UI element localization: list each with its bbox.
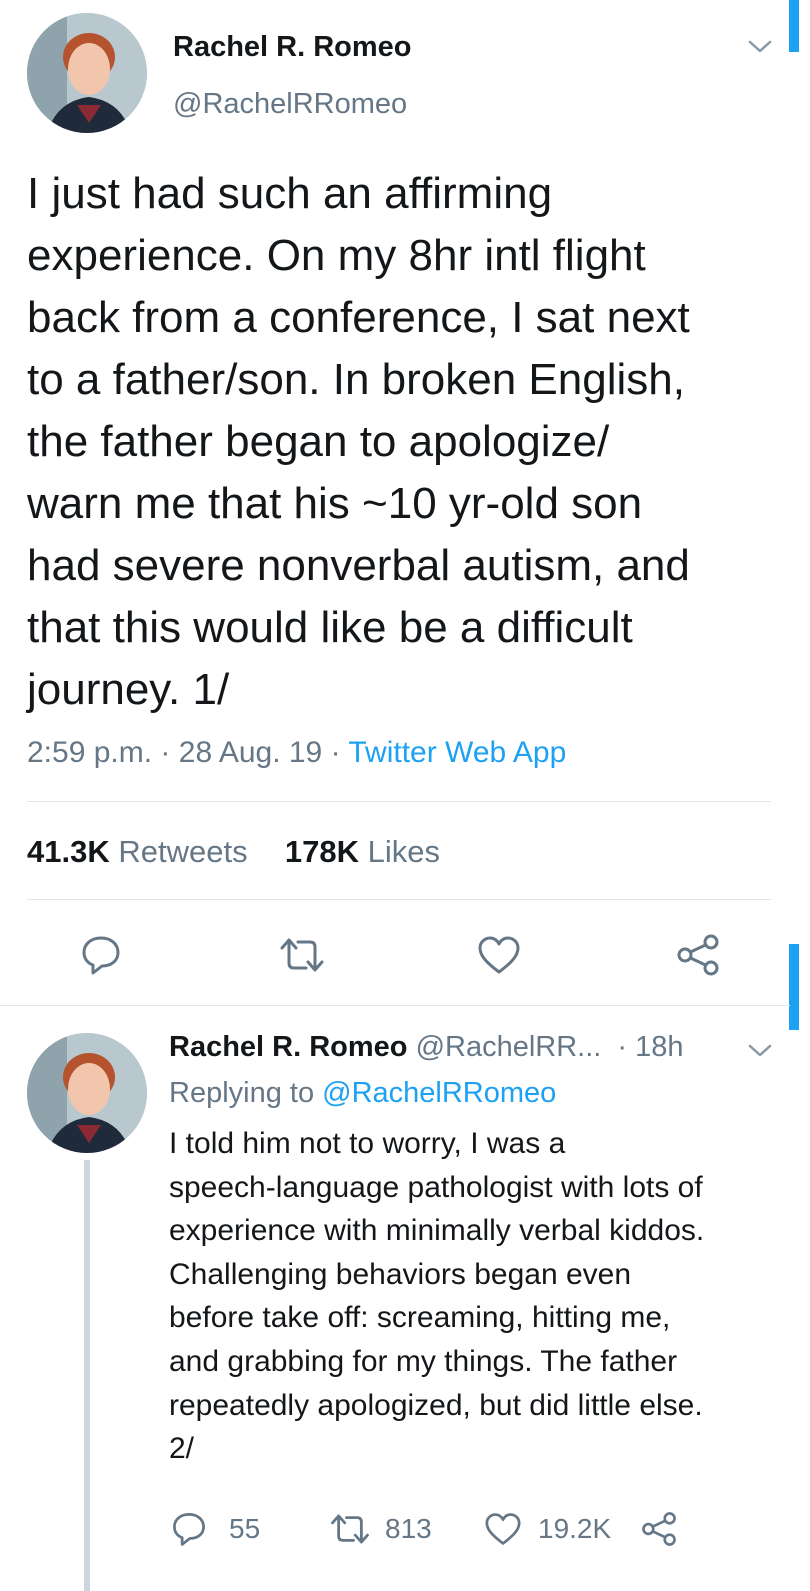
scrollbar[interactable] [789,944,799,1030]
replying-handle-link[interactable]: @RachelRRomeo [322,1077,556,1109]
share-icon [642,1512,676,1546]
chevron-down-icon[interactable] [745,1036,775,1066]
author-name[interactable]: Rachel R. Romeo [173,31,412,64]
scrollbar[interactable] [789,0,799,52]
reply-author-name[interactable]: Rachel R. Romeo [169,1031,408,1063]
avatar[interactable] [27,1033,147,1153]
retweets-count: 41.3K [27,834,110,869]
reply-count: 55 [229,1513,261,1544]
likes-label: Likes [367,834,440,869]
share-button[interactable] [639,1509,679,1549]
meta-separator: · [160,736,171,769]
retweet-icon [331,1514,369,1544]
divider [27,899,771,900]
reply-action-bar: 55 813 19.2K [169,1507,689,1551]
replying-to: Replying to @RachelRRomeo [169,1077,556,1110]
like-icon [485,1513,521,1545]
tweet-stats: 41.3K Retweets 178K Likes [27,834,440,870]
like-count: 19.2K [538,1513,612,1544]
reply-header: Rachel R. Romeo @RachelRR... · 18h [169,1031,684,1064]
reply-icon [82,936,120,975]
retweet-button[interactable] [277,932,327,978]
author-handle[interactable]: @RachelRRomeo [173,88,407,121]
retweets-stat[interactable]: 41.3K Retweets [27,834,248,869]
retweet-icon [280,938,324,972]
retweet-button[interactable] [327,1509,373,1549]
divider [27,801,771,802]
tweet-source-link[interactable]: Twitter Web App [348,736,566,769]
reply-icon [173,1513,205,1546]
like-button[interactable] [482,1509,524,1549]
retweet-count: 813 [385,1513,432,1544]
reply-age[interactable]: · 18h [617,1031,683,1063]
tweet-meta: 2:59 p.m. · 28 Aug. 19 · Twitter Web App [27,736,566,770]
tweet-text: I just had such an affirming experience.… [27,169,690,714]
divider [0,1005,790,1006]
reply-button[interactable] [169,1509,209,1549]
like-button[interactable] [476,932,522,978]
like-icon [478,936,520,974]
chevron-down-icon[interactable] [745,32,775,62]
reply-author-handle[interactable]: @RachelRR... [416,1031,602,1063]
meta-separator: · [330,736,341,769]
likes-count: 178K [284,834,359,869]
share-button[interactable] [675,932,721,978]
reply-button[interactable] [78,932,124,978]
likes-stat[interactable]: 178K Likes [285,834,440,869]
retweets-label: Retweets [118,834,248,869]
tweet-date: 28 Aug. 19 [178,736,323,769]
thread-line [84,1160,90,1591]
avatar[interactable] [27,13,147,133]
reply-text: I told him not to worry, I was a speech-… [169,1127,705,1466]
tweet-time: 2:59 p.m. [27,736,153,769]
share-icon [677,934,719,976]
replying-label: Replying to [169,1077,315,1109]
